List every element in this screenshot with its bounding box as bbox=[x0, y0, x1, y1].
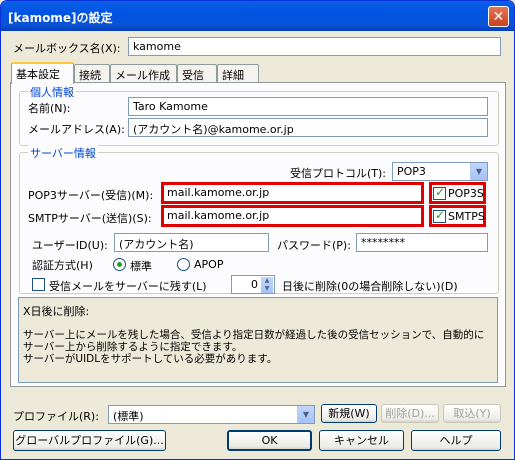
tab-basic[interactable]: 基本設定 bbox=[11, 62, 74, 84]
tab-compose[interactable]: メール作成 bbox=[110, 64, 177, 82]
leave-on-server-checkbox[interactable] bbox=[32, 278, 45, 291]
description-heading: X日後に削除: bbox=[23, 305, 90, 318]
tab-connection[interactable]: 接続 bbox=[74, 64, 110, 82]
pop3-server-label: POP3サーバー(受信)(M): bbox=[28, 189, 154, 202]
description-text: サーバー上にメールを残した場合、受信より指定日数が経過した後の受信セッションで、… bbox=[23, 329, 485, 365]
profile-value: (標準) bbox=[113, 410, 144, 423]
smtps-checkbox[interactable] bbox=[433, 208, 446, 223]
protocol-select[interactable]: POP3 ▼ bbox=[392, 162, 488, 181]
userid-label: ユーザーID(U): bbox=[32, 239, 108, 252]
settings-dialog: [kamome]の設定 ✕ メールボックス名(X): kamome 基本設定 接… bbox=[0, 0, 515, 460]
ok-button[interactable]: OK bbox=[227, 430, 312, 451]
profile-select[interactable]: (標準) ▼ bbox=[108, 405, 315, 424]
personal-info-title: 個人情報 bbox=[28, 84, 76, 100]
email-input[interactable]: (アカウント名)@kamome.or.jp bbox=[128, 118, 488, 137]
auth-apop-label: APOP bbox=[194, 258, 224, 271]
pop3s-label: POP3S bbox=[448, 187, 484, 200]
name-input[interactable]: Taro Kamome bbox=[128, 97, 488, 116]
smtp-server-input[interactable]: mail.kamome.or.jp bbox=[161, 205, 424, 227]
chevron-down-icon[interactable]: ▼ bbox=[297, 406, 314, 423]
window-title: [kamome]の設定 bbox=[8, 11, 113, 25]
profile-delete-button[interactable]: 削除(D)... bbox=[381, 404, 439, 423]
protocol-value: POP3 bbox=[397, 165, 426, 178]
profile-new-button[interactable]: 新規(W) bbox=[321, 404, 377, 423]
pop3s-checkbox-wrap[interactable]: POP3S bbox=[429, 182, 486, 204]
password-label: パスワード(P): bbox=[277, 239, 351, 252]
password-input[interactable]: ******** bbox=[356, 233, 488, 252]
cancel-button[interactable]: キャンセル bbox=[319, 430, 404, 451]
global-profile-button[interactable]: グローバルプロファイル(G)... bbox=[13, 430, 166, 451]
smtps-label: SMTPS bbox=[448, 210, 485, 223]
profile-label: プロファイル(R): bbox=[13, 410, 99, 423]
description-box: X日後に削除: サーバー上にメールを残した場合、受信より指定日数が経過した後の受… bbox=[18, 297, 498, 383]
tab-details[interactable]: 詳細 bbox=[217, 64, 259, 82]
days-value: 0 bbox=[251, 278, 258, 291]
pop3s-checkbox[interactable] bbox=[433, 185, 446, 200]
name-label: 名前(N): bbox=[28, 102, 71, 115]
close-button[interactable]: ✕ bbox=[488, 6, 509, 27]
delete-after-label: 日後に削除(0の場合削除しない)(D) bbox=[282, 280, 458, 293]
auth-method-label: 認証方式(H) bbox=[32, 259, 93, 272]
tab-receive[interactable]: 受信 bbox=[177, 64, 217, 82]
smtp-server-label: SMTPサーバー(送信)(S): bbox=[28, 212, 152, 225]
server-info-title: サーバー情報 bbox=[28, 145, 98, 161]
auth-standard-label: 標準 bbox=[130, 260, 152, 273]
smtps-checkbox-wrap[interactable]: SMTPS bbox=[429, 205, 486, 227]
help-button[interactable]: ヘルプ bbox=[411, 430, 501, 451]
mailbox-name-label: メールボックス名(X): bbox=[13, 42, 121, 55]
email-label: メールアドレス(A): bbox=[28, 123, 125, 136]
spinner-arrows-icon[interactable]: ▲ ▼ bbox=[261, 277, 273, 293]
leave-on-server-label: 受信メールをサーバーに残す(L) bbox=[49, 280, 207, 293]
protocol-label: 受信プロトコル(T): bbox=[290, 167, 387, 180]
days-stepper[interactable]: 0 ▲ ▼ bbox=[231, 275, 275, 294]
profile-import-button[interactable]: 取込(Y) bbox=[443, 404, 501, 423]
auth-standard-radio[interactable] bbox=[113, 258, 126, 271]
title-bar[interactable]: [kamome]の設定 ✕ bbox=[1, 1, 514, 31]
auth-apop-radio[interactable] bbox=[177, 258, 190, 271]
userid-input[interactable]: (アカウント名) bbox=[114, 233, 269, 252]
mailbox-name-input[interactable]: kamome bbox=[128, 37, 501, 56]
chevron-down-icon[interactable]: ▼ bbox=[470, 163, 487, 180]
pop3-server-input[interactable]: mail.kamome.or.jp bbox=[161, 182, 424, 204]
